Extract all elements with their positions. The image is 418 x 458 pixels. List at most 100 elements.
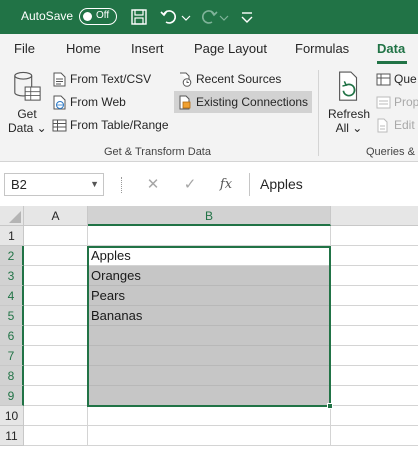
worksheet-grid[interactable]: A B 1 2 Apples 3 Oranges 4 Pears 5 Bananas 6 7 8 9 10… bbox=[0, 206, 418, 458]
cell-c[interactable] bbox=[331, 366, 418, 386]
cell-a[interactable] bbox=[24, 406, 88, 426]
edit-links-label: Edit bbox=[394, 118, 415, 132]
redo-icon bbox=[198, 6, 220, 28]
table-icon bbox=[52, 118, 67, 133]
cell-a[interactable] bbox=[24, 246, 88, 266]
cell-c[interactable] bbox=[331, 226, 418, 246]
existing-connections-icon bbox=[178, 95, 193, 110]
cell-c[interactable] bbox=[331, 326, 418, 346]
select-all-button[interactable] bbox=[0, 206, 24, 226]
row-header[interactable]: 6 bbox=[0, 326, 24, 346]
tab-formulas[interactable]: Formulas bbox=[295, 41, 349, 56]
cell-b[interactable] bbox=[88, 326, 331, 346]
database-icon bbox=[14, 71, 41, 101]
row-header[interactable]: 1 bbox=[0, 226, 24, 246]
cell-a[interactable] bbox=[24, 306, 88, 326]
cell-c[interactable] bbox=[331, 266, 418, 286]
formula-input[interactable]: Apples bbox=[260, 176, 303, 192]
chevron-down-icon[interactable]: ▼ bbox=[90, 174, 99, 195]
cell-c[interactable] bbox=[331, 386, 418, 406]
get-data-button[interactable]: Get Data ⌄ bbox=[8, 70, 47, 142]
properties-label: Prop bbox=[394, 95, 418, 109]
cell-b[interactable]: Oranges bbox=[88, 266, 331, 286]
queries-label: Que bbox=[394, 72, 417, 86]
row-header[interactable]: 9 bbox=[0, 386, 24, 406]
row-header[interactable]: 4 bbox=[0, 286, 24, 306]
row-header[interactable]: 5 bbox=[0, 306, 24, 326]
autosave-label: AutoSave bbox=[21, 9, 74, 23]
cell-b[interactable] bbox=[88, 386, 331, 406]
row-header[interactable]: 8 bbox=[0, 366, 24, 386]
ribbon-tabs: File Home Insert Page Layout Formulas Da… bbox=[0, 34, 418, 64]
queries-icon bbox=[376, 72, 391, 87]
name-box[interactable]: B2 ▼ bbox=[4, 173, 104, 196]
cell-a[interactable] bbox=[24, 326, 88, 346]
cell-c[interactable] bbox=[331, 346, 418, 366]
recent-sources-button[interactable]: Recent Sources bbox=[178, 68, 281, 90]
row-header[interactable]: 2 bbox=[0, 246, 24, 266]
cell-a[interactable] bbox=[24, 426, 88, 446]
formula-bar-grip bbox=[121, 177, 123, 193]
autosave-toggle[interactable]: Off bbox=[79, 8, 117, 25]
cell-a[interactable] bbox=[24, 386, 88, 406]
cell-a[interactable] bbox=[24, 226, 88, 246]
cell-b[interactable] bbox=[88, 366, 331, 386]
column-header-c[interactable] bbox=[331, 206, 418, 226]
tab-insert[interactable]: Insert bbox=[131, 41, 164, 56]
column-header-a[interactable]: A bbox=[24, 206, 88, 226]
undo-dropdown-icon[interactable] bbox=[180, 6, 192, 28]
fill-handle[interactable] bbox=[327, 403, 333, 409]
undo-icon[interactable] bbox=[158, 6, 180, 28]
cell-c[interactable] bbox=[331, 406, 418, 426]
queries-connections-button[interactable]: Que bbox=[376, 68, 417, 90]
save-icon[interactable] bbox=[128, 6, 150, 28]
cancel-icon[interactable]: ✕ bbox=[142, 174, 164, 196]
tab-file[interactable]: File bbox=[14, 41, 35, 56]
title-bar: AutoSave Off bbox=[0, 0, 418, 34]
cell-b[interactable] bbox=[88, 406, 331, 426]
cell-b[interactable]: Apples bbox=[88, 246, 331, 266]
tab-page-layout[interactable]: Page Layout bbox=[194, 41, 267, 56]
recent-sources-icon bbox=[178, 72, 193, 87]
row-header[interactable]: 3 bbox=[0, 266, 24, 286]
row-header[interactable]: 10 bbox=[0, 406, 24, 426]
row-header[interactable]: 7 bbox=[0, 346, 24, 366]
existing-connections-label: Existing Connections bbox=[196, 95, 309, 109]
select-all-icon bbox=[9, 211, 21, 223]
cell-c[interactable] bbox=[331, 246, 418, 266]
edit-links-button: Edit bbox=[376, 114, 415, 136]
properties-button: Prop bbox=[376, 91, 418, 113]
insert-function-icon[interactable]: fx bbox=[215, 174, 237, 196]
row-header[interactable]: 11 bbox=[0, 426, 24, 446]
group-queries-label: Queries & bbox=[366, 146, 415, 158]
from-web-button[interactable]: From Web bbox=[52, 91, 126, 113]
cell-a[interactable] bbox=[24, 286, 88, 306]
cell-b[interactable]: Bananas bbox=[88, 306, 331, 326]
formula-bar: B2 ▼ ✕ ✓ fx Apples bbox=[0, 162, 418, 206]
cell-b[interactable] bbox=[88, 226, 331, 246]
edit-links-icon bbox=[376, 118, 391, 133]
existing-connections-button[interactable]: Existing Connections bbox=[174, 91, 312, 113]
cell-b[interactable] bbox=[88, 346, 331, 366]
text-file-icon bbox=[52, 72, 67, 87]
refresh-all-label-1: Refresh bbox=[327, 107, 371, 121]
group-separator bbox=[318, 70, 319, 156]
tab-data[interactable]: Data bbox=[377, 41, 405, 56]
cell-b[interactable] bbox=[88, 426, 331, 446]
cell-a[interactable] bbox=[24, 366, 88, 386]
cell-b[interactable]: Pears bbox=[88, 286, 331, 306]
enter-icon[interactable]: ✓ bbox=[179, 174, 201, 196]
cell-c[interactable] bbox=[331, 426, 418, 446]
cell-c[interactable] bbox=[331, 306, 418, 326]
customize-qat-icon[interactable] bbox=[236, 6, 258, 28]
column-header-b[interactable]: B bbox=[88, 206, 331, 226]
cell-a[interactable] bbox=[24, 266, 88, 286]
refresh-all-button[interactable]: Refresh All ⌄ bbox=[326, 70, 372, 142]
cell-a[interactable] bbox=[24, 346, 88, 366]
cell-c[interactable] bbox=[331, 286, 418, 306]
name-box-value: B2 bbox=[11, 177, 27, 192]
from-table-range-label: From Table/Range bbox=[70, 118, 169, 132]
tab-home[interactable]: Home bbox=[66, 41, 101, 56]
from-table-range-button[interactable]: From Table/Range bbox=[52, 114, 169, 136]
from-text-csv-button[interactable]: From Text/CSV bbox=[52, 68, 151, 90]
